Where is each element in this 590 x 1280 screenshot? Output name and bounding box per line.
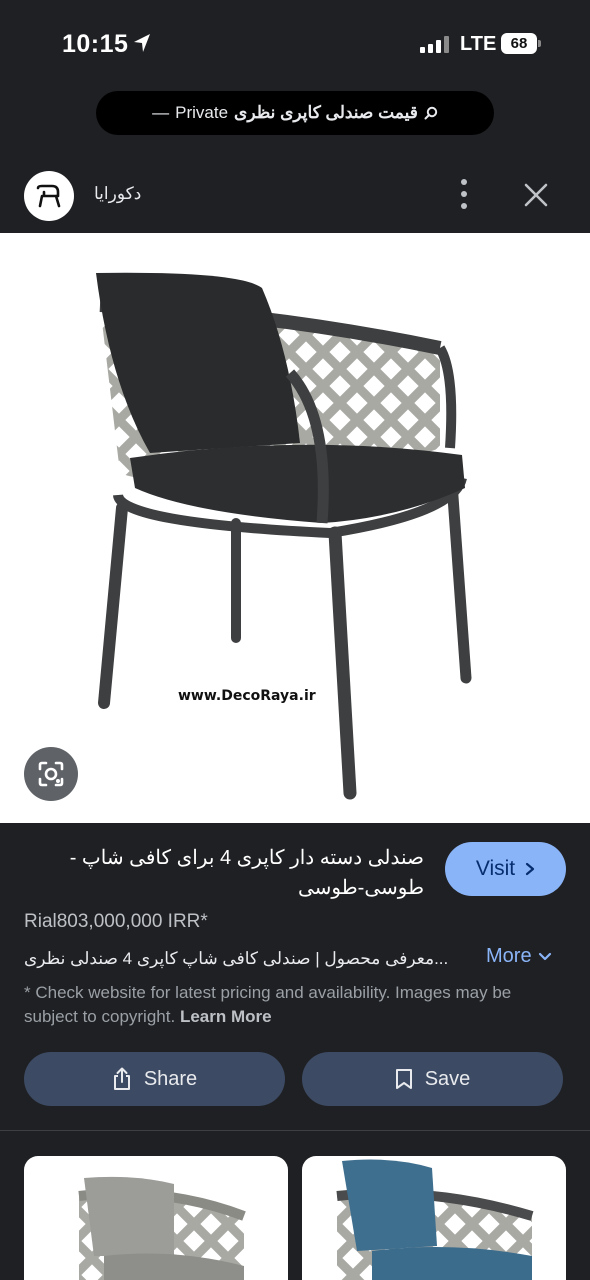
- related-image-2[interactable]: [302, 1156, 566, 1280]
- search-icon: [424, 106, 438, 120]
- visit-button[interactable]: Visit: [445, 842, 566, 896]
- search-pill[interactable]: — Private قیمت صندلی کاپری نظری: [96, 91, 494, 135]
- location-arrow-icon: [134, 34, 150, 52]
- learn-more-link[interactable]: Learn More: [180, 1007, 272, 1026]
- product-title: صندلی دسته دار کاپری 4 برای کافی شاپ - ط…: [69, 847, 424, 899]
- related-image-1[interactable]: [24, 1156, 288, 1280]
- source-logo[interactable]: [24, 171, 74, 221]
- save-label: Save: [424, 1067, 471, 1090]
- gray-chair-thumbnail: [78, 1176, 246, 1280]
- battery-level: 68: [501, 33, 537, 54]
- divider: [0, 1130, 590, 1131]
- chair-logo-icon: [36, 184, 61, 208]
- product-price: Rial803,000,000 IRR*: [24, 911, 208, 932]
- chevron-down-icon: [538, 952, 551, 960]
- visit-label: Visit: [475, 857, 516, 880]
- more-label: More: [486, 945, 532, 967]
- product-description: ...معرفی محصول | صندلی کافی شاپ کاپری 4 …: [24, 949, 449, 968]
- chair-image: [96, 272, 472, 800]
- separator: —: [152, 103, 170, 122]
- source-name[interactable]: دکورایا: [94, 184, 141, 204]
- more-button[interactable]: More: [486, 945, 552, 968]
- blue-chair-thumbnail: [336, 1159, 534, 1280]
- private-mode-label: Private: [175, 103, 229, 122]
- bookmark-icon: [395, 1069, 412, 1089]
- save-button[interactable]: Save: [302, 1052, 563, 1106]
- lens-icon: [38, 761, 64, 787]
- share-label: Share: [143, 1067, 198, 1090]
- status-time: 10:15: [62, 30, 129, 58]
- status-bar: 10:15 LTE 68: [0, 0, 590, 88]
- product-image[interactable]: www.DecoRaya.ir: [0, 233, 590, 823]
- more-options-icon[interactable]: [454, 179, 474, 209]
- search-query: قیمت صندلی کاپری نظری: [234, 103, 418, 122]
- battery-icon: 68: [501, 33, 541, 54]
- share-button[interactable]: Share: [24, 1052, 285, 1106]
- disclaimer: * Check website for latest pricing and a…: [24, 981, 564, 1029]
- image-watermark: www.DecoRaya.ir: [178, 688, 316, 704]
- network-type: LTE: [460, 33, 497, 55]
- source-header: دکورایا: [0, 155, 590, 233]
- google-lens-button[interactable]: [24, 747, 78, 801]
- cellular-signal-icon: [420, 35, 449, 53]
- share-icon: [113, 1067, 130, 1090]
- close-icon[interactable]: [522, 181, 550, 209]
- chevron-right-icon: [526, 862, 535, 876]
